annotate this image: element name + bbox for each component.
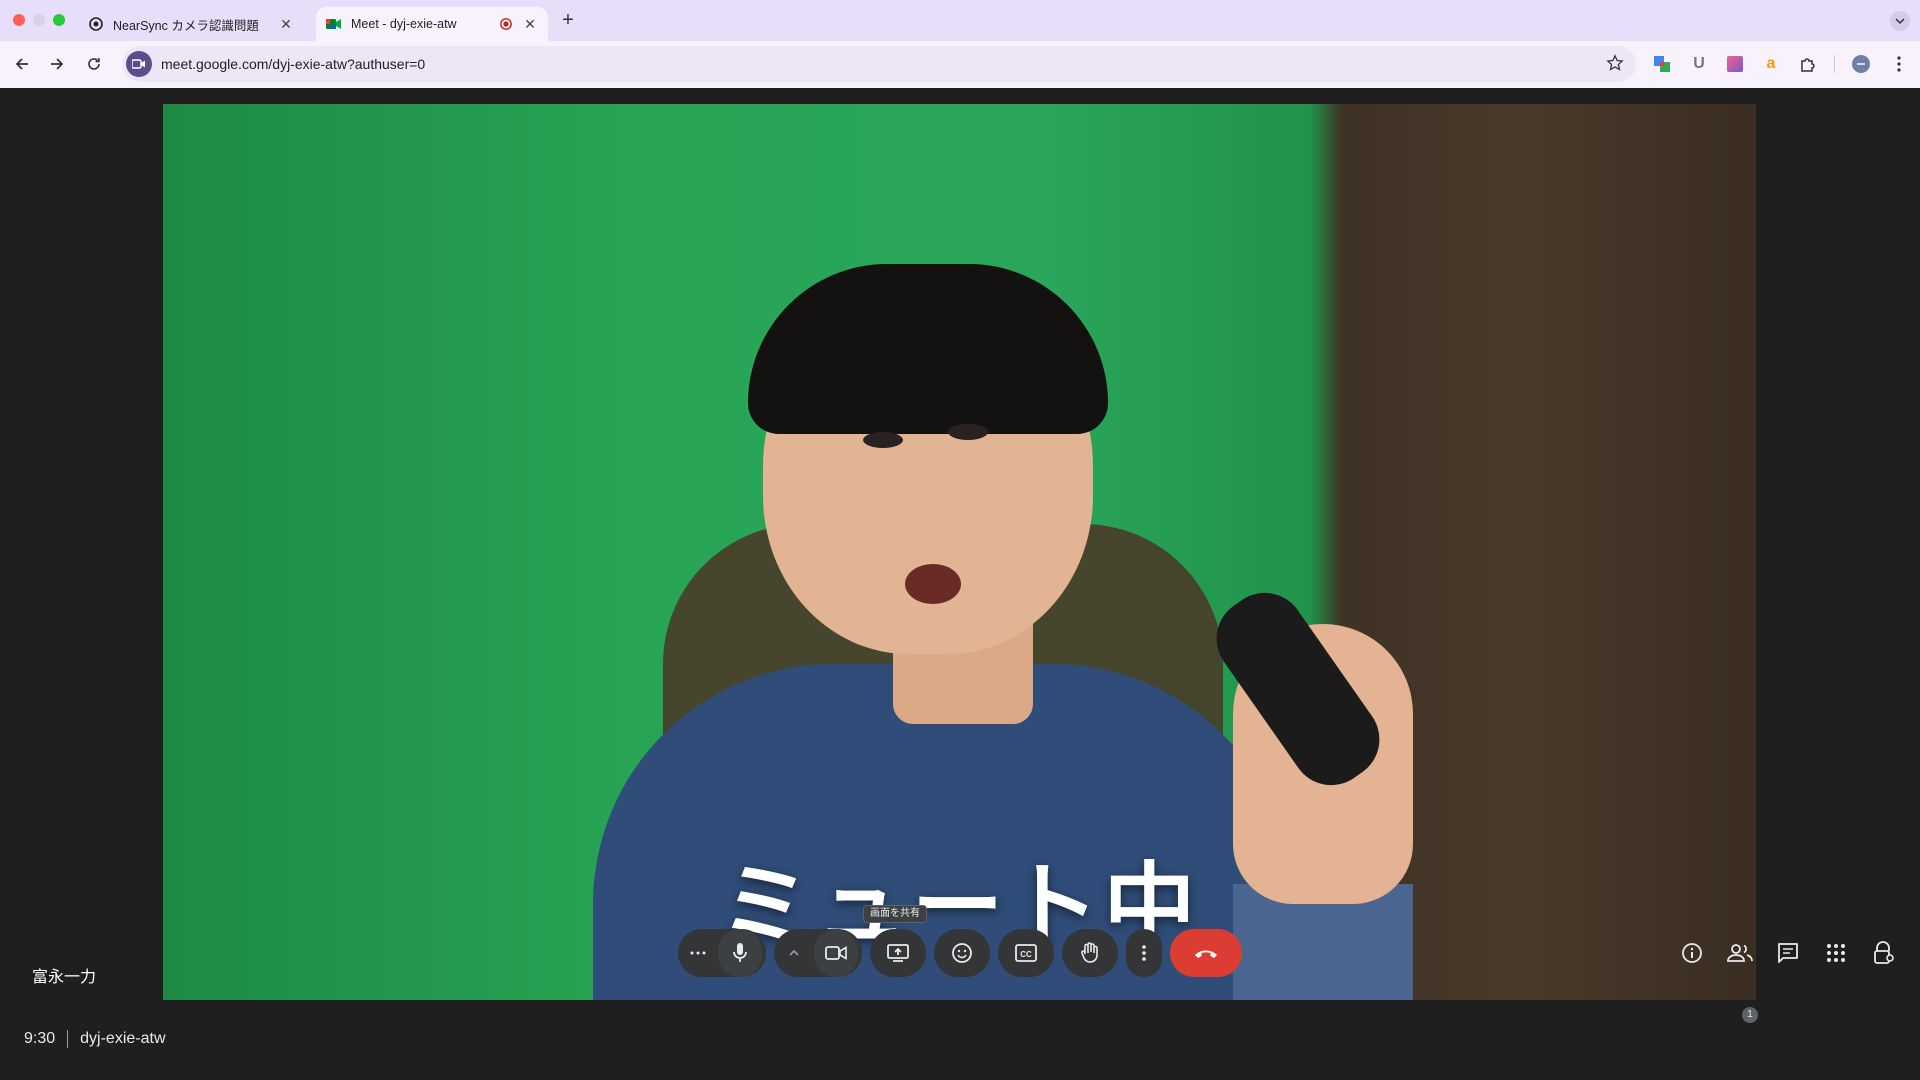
- present-screen-icon: [887, 944, 909, 962]
- puzzle-extensions-icon[interactable]: [1797, 53, 1819, 75]
- more-options-icon[interactable]: [1888, 53, 1910, 75]
- google-translate-icon[interactable]: [1651, 53, 1673, 75]
- new-tab-button[interactable]: +: [556, 10, 580, 31]
- share-screen-tooltip: 画面を共有: [863, 905, 927, 923]
- microphone-icon: [733, 943, 747, 962]
- forward-button[interactable]: [46, 53, 68, 75]
- gradient-extension-icon[interactable]: [1724, 53, 1746, 75]
- activities-button[interactable]: [1822, 939, 1850, 967]
- host-controls-button[interactable]: [1870, 939, 1898, 967]
- chat-icon: [1778, 943, 1798, 963]
- meeting-time: 9:30: [24, 1030, 56, 1047]
- window-close-button[interactable]: [13, 14, 25, 26]
- browser-tab-bar: NearSync カメラ認識問題 ✕ Meet - dyj-exie-atw ✕…: [0, 0, 1920, 41]
- tab-title: NearSync カメラ認識問題: [113, 18, 259, 33]
- nearsync-icon: [88, 16, 104, 32]
- captions-button[interactable]: CC: [998, 929, 1054, 977]
- arrow-left-icon: [15, 58, 28, 70]
- video-options-button[interactable]: [774, 929, 814, 977]
- recording-icon: [500, 18, 512, 30]
- raise-hand-icon: [1081, 942, 1098, 963]
- more-options-button[interactable]: [1126, 929, 1162, 977]
- close-tab-icon[interactable]: ✕: [278, 16, 294, 32]
- back-button[interactable]: [11, 53, 33, 75]
- u-extension-icon[interactable]: U: [1688, 53, 1710, 75]
- participant-name: 富永一力: [32, 969, 97, 986]
- url-text[interactable]: meet.google.com/dyj-exie-atw?authuser=0: [161, 56, 425, 72]
- meeting-code: dyj-exie-atw: [80, 1030, 166, 1047]
- video-camera-icon: [825, 946, 847, 960]
- bookmark-star-icon[interactable]: [1606, 54, 1624, 77]
- site-info-icon[interactable]: [126, 51, 152, 77]
- camera-control-group: [774, 929, 862, 977]
- close-tab-icon[interactable]: ✕: [522, 16, 538, 32]
- google-meet-icon: [326, 16, 342, 32]
- reactions-button[interactable]: [934, 929, 990, 977]
- lock-person-icon: [1874, 941, 1894, 964]
- meeting-details: 9:30 dyj-exie-atw: [24, 1030, 166, 1048]
- closed-captions-icon: CC: [1015, 944, 1037, 962]
- mic-control-group: [678, 929, 766, 977]
- tab-nearsync[interactable]: NearSync カメラ認識問題 ✕: [78, 7, 304, 41]
- amazon-icon[interactable]: a: [1760, 53, 1782, 75]
- more-horizontal-icon: [690, 951, 706, 955]
- address-bar[interactable]: meet.google.com/dyj-exie-atw?authuser=0: [122, 46, 1636, 82]
- tab-title: Meet - dyj-exie-atw: [351, 17, 457, 31]
- arrow-right-icon: [51, 58, 64, 70]
- toolbar-divider: [1834, 55, 1835, 73]
- apps-grid-icon: [1827, 944, 1845, 962]
- reload-button[interactable]: [83, 53, 105, 75]
- camera-button[interactable]: [814, 929, 858, 977]
- browser-toolbar: meet.google.com/dyj-exie-atw?authuser=0 …: [0, 41, 1920, 89]
- reload-icon: [88, 58, 100, 70]
- chevron-down-icon: [1895, 18, 1905, 25]
- chat-button[interactable]: [1774, 939, 1802, 967]
- microphone-button[interactable]: [718, 929, 762, 977]
- window-zoom-button[interactable]: [53, 14, 65, 26]
- tab-search-button[interactable]: [1890, 11, 1910, 31]
- participant-video: ミュート中: [163, 104, 1756, 1000]
- people-button[interactable]: [1726, 939, 1754, 967]
- emoji-icon: [952, 943, 972, 963]
- leave-call-button[interactable]: [1170, 929, 1242, 977]
- chevron-up-icon: [789, 949, 799, 956]
- people-icon: [1727, 944, 1753, 962]
- tab-meet[interactable]: Meet - dyj-exie-atw ✕: [316, 7, 548, 41]
- svg-text:CC: CC: [1020, 950, 1032, 959]
- hang-up-icon: [1195, 950, 1217, 958]
- more-vertical-icon: [1142, 945, 1146, 961]
- raise-hand-button[interactable]: [1062, 929, 1118, 977]
- meeting-details-button[interactable]: [1678, 939, 1706, 967]
- participant-count-badge: 1: [1742, 1007, 1758, 1023]
- window-minimize-button[interactable]: [33, 14, 45, 26]
- audio-options-button[interactable]: [678, 929, 718, 977]
- profile-avatar-icon[interactable]: [1850, 53, 1872, 75]
- info-icon: [1682, 943, 1702, 963]
- present-screen-button[interactable]: [870, 929, 926, 977]
